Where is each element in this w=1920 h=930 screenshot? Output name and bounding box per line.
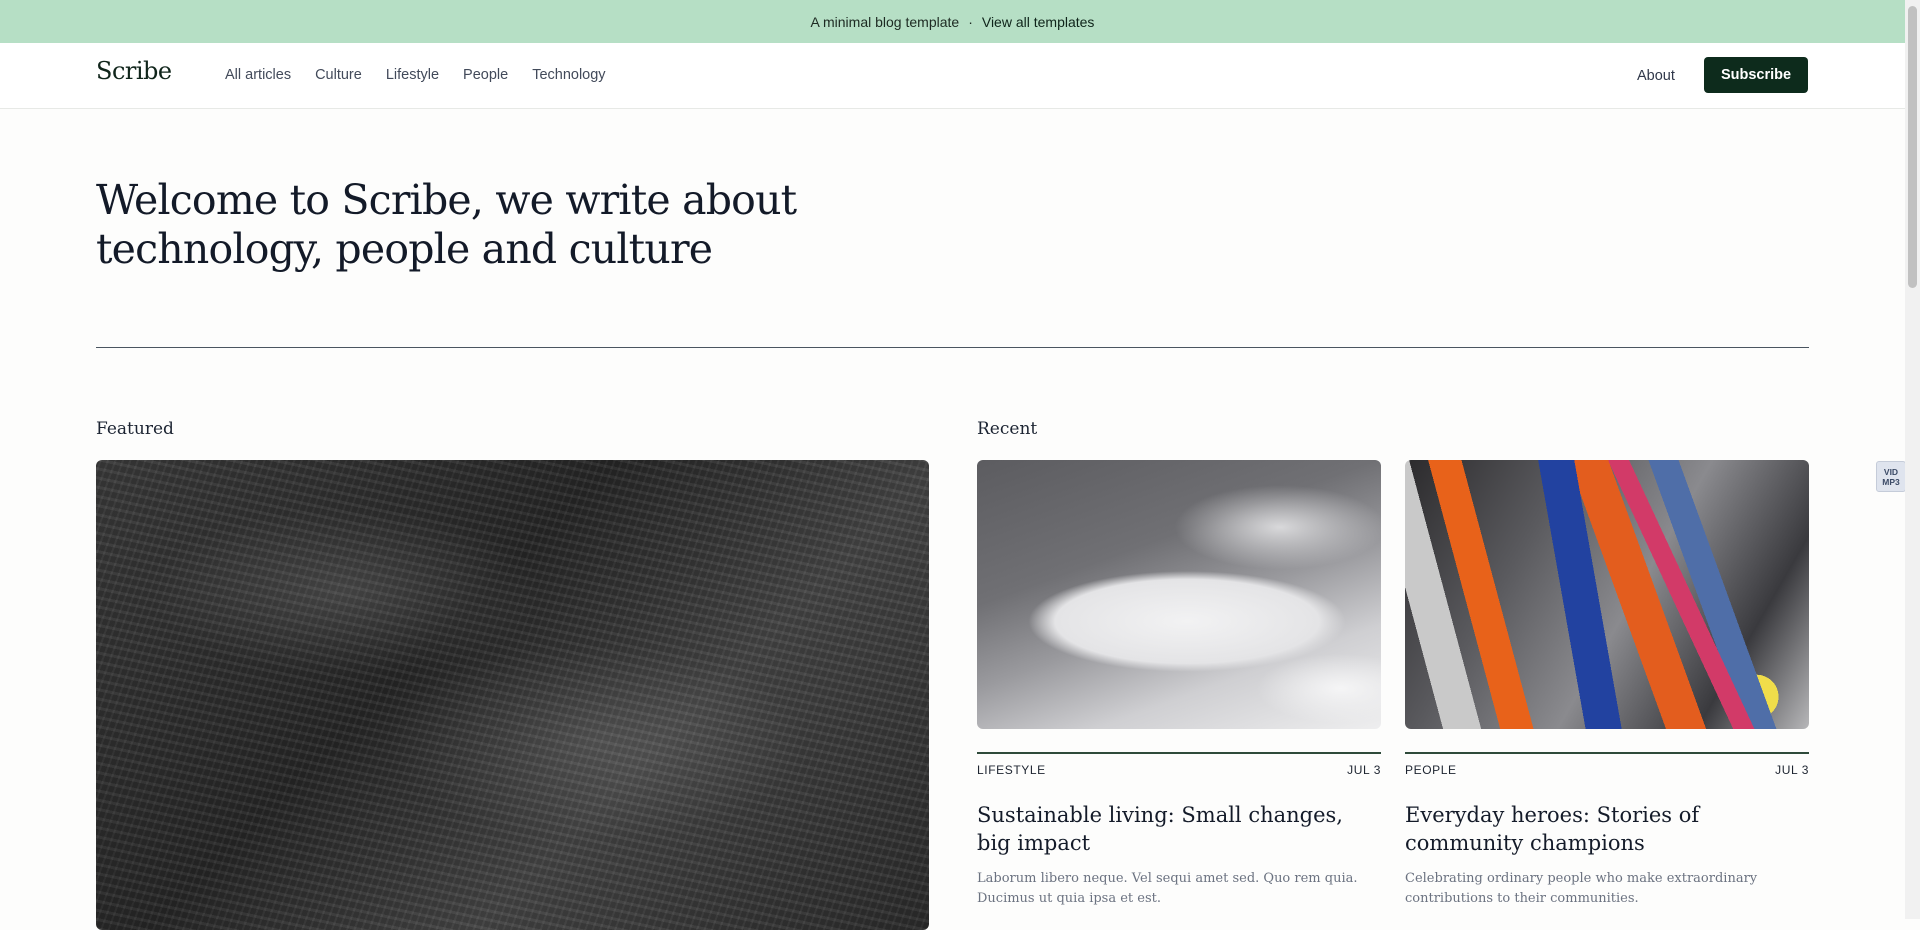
nav-link-technology[interactable]: Technology bbox=[532, 67, 605, 83]
nav-link-people[interactable]: People bbox=[463, 67, 508, 83]
nav-links: All articles Culture Lifestyle People Te… bbox=[225, 67, 606, 83]
post-excerpt: Celebrating ordinary people who make ext… bbox=[1405, 871, 1758, 906]
site-logo[interactable]: Scribe bbox=[96, 57, 172, 85]
post-category-badge[interactable]: LIFESTYLE bbox=[977, 763, 1046, 777]
post-title[interactable]: Sustainable living: Small changes, big i… bbox=[977, 801, 1381, 857]
post-date: JUL 3 bbox=[1347, 763, 1381, 777]
card-divider bbox=[1405, 752, 1809, 754]
card-divider bbox=[977, 752, 1381, 754]
post-date: JUL 3 bbox=[1775, 763, 1809, 777]
recent-heading: Recent bbox=[977, 419, 1038, 439]
recent-post-image-people[interactable] bbox=[1405, 460, 1809, 729]
badge-line-2: MP3 bbox=[1882, 476, 1900, 487]
featured-heading: Featured bbox=[96, 419, 174, 439]
about-link[interactable]: About bbox=[1637, 68, 1675, 84]
view-all-templates-link[interactable]: View all templates bbox=[982, 14, 1095, 30]
announcement-banner: A minimal blog template · View all templ… bbox=[0, 0, 1905, 43]
post-excerpt: Laborum libero neque. Vel sequi amet sed… bbox=[977, 871, 1358, 906]
post-category-badge[interactable]: PEOPLE bbox=[1405, 763, 1457, 777]
recent-post-image-lifestyle[interactable] bbox=[977, 460, 1381, 729]
banner-text: A minimal blog template bbox=[810, 13, 960, 30]
nav-link-lifestyle[interactable]: Lifestyle bbox=[386, 67, 439, 83]
badge-line-1: VID bbox=[1883, 466, 1899, 477]
hero-line-1: Welcome to Scribe, we write about bbox=[96, 176, 797, 224]
hero-heading: Welcome to Scribe, we write about techno… bbox=[96, 176, 996, 274]
banner-separator: · bbox=[968, 13, 973, 30]
nav-link-culture[interactable]: Culture bbox=[315, 67, 362, 83]
nav-link-all-articles[interactable]: All articles bbox=[225, 67, 291, 83]
top-navigation: Scribe All articles Culture Lifestyle Pe… bbox=[0, 43, 1905, 109]
section-divider bbox=[96, 347, 1809, 348]
hero-line-2: technology, people and culture bbox=[96, 225, 713, 273]
subscribe-button[interactable]: Subscribe bbox=[1704, 57, 1808, 93]
featured-post-image[interactable] bbox=[96, 460, 929, 930]
video-download-extension-badge[interactable]: VID MP3 bbox=[1876, 461, 1906, 492]
post-title[interactable]: Everyday heroes: Stories of community ch… bbox=[1405, 801, 1809, 857]
scrollbar-thumb[interactable] bbox=[1908, 6, 1917, 288]
